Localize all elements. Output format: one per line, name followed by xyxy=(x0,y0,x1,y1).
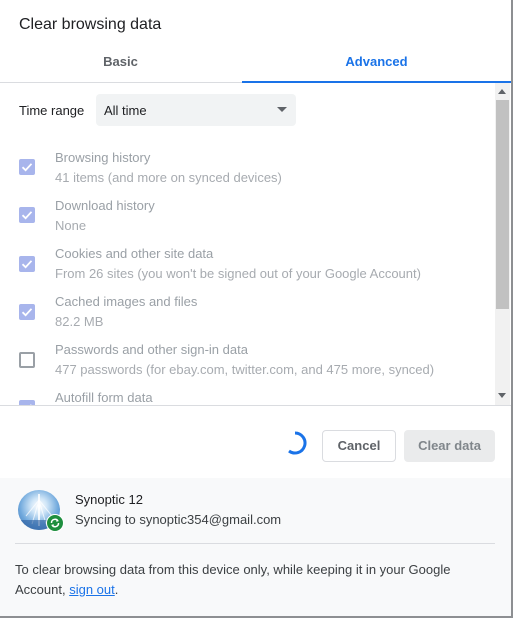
tab-advanced[interactable]: Advanced xyxy=(242,42,511,82)
option-autofill[interactable]: Autofill form data xyxy=(0,388,490,405)
cancel-button[interactable]: Cancel xyxy=(322,430,396,462)
account-footer: Synoptic 12 Syncing to synoptic354@gmail… xyxy=(0,478,511,616)
checkmark-icon xyxy=(21,308,33,317)
option-subtitle: 41 items (and more on synced devices) xyxy=(55,170,282,185)
clear-data-button[interactable]: Clear data xyxy=(404,430,495,462)
sync-icon xyxy=(46,514,64,532)
option-title: Cookies and other site data xyxy=(55,246,214,261)
dialog-title: Clear browsing data xyxy=(19,16,162,33)
account-sync-status: Syncing to synoptic354@gmail.com xyxy=(75,512,282,527)
option-title: Cached images and files xyxy=(55,294,198,309)
option-subtitle: 82.2 MB xyxy=(55,314,104,329)
option-cached-images[interactable]: Cached images and files 82.2 MB xyxy=(0,292,490,340)
divider xyxy=(15,543,495,544)
scrollbar-thumb[interactable] xyxy=(496,100,509,309)
checkmark-icon xyxy=(21,163,33,172)
option-cookies[interactable]: Cookies and other site data From 26 site… xyxy=(0,244,490,292)
time-range-label: Time range xyxy=(19,103,85,118)
clear-browsing-data-dialog: Clear browsing data Basic Advanced Time … xyxy=(0,0,513,618)
loading-spinner-icon xyxy=(288,431,307,455)
option-browsing-history[interactable]: Browsing history 41 items (and more on s… xyxy=(0,147,490,195)
option-passwords[interactable]: Passwords and other sign-in data 477 pas… xyxy=(0,340,490,388)
option-subtitle: From 26 sites (you won't be signed out o… xyxy=(55,266,421,281)
scrollbar[interactable] xyxy=(495,83,510,405)
checkbox-browsing-history[interactable] xyxy=(19,159,35,175)
tab-basic[interactable]: Basic xyxy=(0,42,241,82)
checkbox-passwords[interactable] xyxy=(19,352,35,368)
option-title: Browsing history xyxy=(55,150,151,165)
option-subtitle: 477 passwords (for ebay.com, twitter.com… xyxy=(55,362,435,377)
footer-note: To clear browsing data from this device … xyxy=(15,560,485,600)
scroll-up-arrow-icon[interactable] xyxy=(498,89,506,94)
option-title: Autofill form data xyxy=(55,390,153,405)
time-range-dropdown[interactable]: All time xyxy=(96,94,296,126)
dropdown-arrow-icon xyxy=(277,107,287,112)
checkmark-icon xyxy=(21,260,33,269)
options-scroll-area: Time range All time Browsing history 41 … xyxy=(0,83,511,406)
option-download-history[interactable]: Download history None xyxy=(0,196,490,244)
checkbox-download-history[interactable] xyxy=(19,207,35,223)
scroll-down-arrow-icon[interactable] xyxy=(498,393,506,398)
option-title: Passwords and other sign-in data xyxy=(55,342,248,357)
sign-out-link[interactable]: sign out xyxy=(69,582,115,597)
option-subtitle: None xyxy=(55,218,87,233)
checkmark-icon xyxy=(21,211,33,220)
account-name: Synoptic 12 xyxy=(75,492,143,507)
time-range-value: All time xyxy=(104,103,147,118)
footer-note-suffix: . xyxy=(114,582,119,597)
tab-bar: Basic Advanced xyxy=(0,42,511,83)
checkbox-cookies[interactable] xyxy=(19,256,35,272)
checkbox-cached-images[interactable] xyxy=(19,304,35,320)
option-title: Download history xyxy=(55,198,155,213)
dialog-actions: Cancel Clear data xyxy=(0,406,511,478)
